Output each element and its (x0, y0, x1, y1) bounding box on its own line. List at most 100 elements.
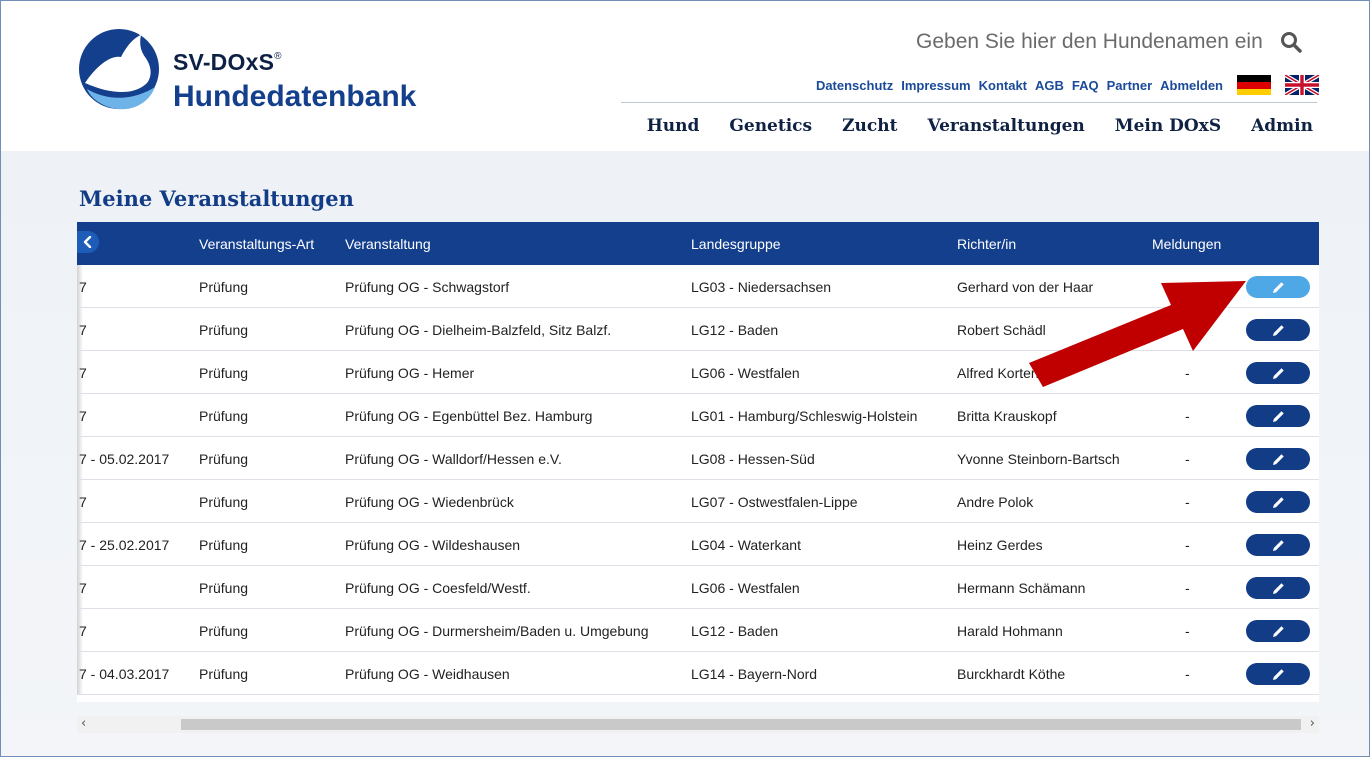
link-agb[interactable]: AGB (1035, 78, 1064, 93)
edit-button[interactable] (1246, 448, 1310, 470)
scroll-left-button[interactable] (77, 231, 99, 253)
header-veranstaltungs-art[interactable]: Veranstaltungs-Art (199, 236, 314, 252)
header-landesgruppe[interactable]: Landesgruppe (691, 236, 781, 252)
nav-hund[interactable]: Hund (647, 116, 700, 136)
link-partner[interactable]: Partner (1107, 78, 1153, 93)
edit-button[interactable] (1246, 405, 1310, 427)
link-faq[interactable]: FAQ (1072, 78, 1099, 93)
cell-meldungen: - (1185, 494, 1190, 510)
cell-veranstaltung: Prüfung OG - Weidhausen (345, 666, 510, 682)
search-input[interactable] (916, 30, 1271, 54)
cell-datum: 7 - 05.02.2017 (79, 451, 170, 467)
edit-button[interactable] (1246, 491, 1310, 513)
table-header: Veranstaltungs-Art Veranstaltung Landesg… (77, 222, 1319, 265)
header-meldungen[interactable]: Meldungen (1152, 236, 1221, 252)
header-veranstaltung[interactable]: Veranstaltung (345, 236, 431, 252)
cell-datum: 7 (79, 408, 87, 424)
table-row: 7 - 05.02.2017 Prüfung Prüfung OG - Walldo… (77, 437, 1319, 480)
edit-button[interactable] (1246, 663, 1310, 685)
link-datenschutz[interactable]: Datenschutz (816, 78, 893, 93)
scrollbar-thumb[interactable] (181, 719, 1301, 730)
cell-richter: Yvonne Steinborn-Bartsch (957, 451, 1120, 467)
cell-art: Prüfung (199, 494, 249, 510)
pencil-icon (1272, 281, 1284, 293)
cell-meldungen: - (1185, 408, 1190, 424)
search-icon[interactable] (1279, 30, 1303, 54)
cell-landesgruppe: LG12 - Baden (691, 623, 779, 639)
cell-landesgruppe: LG06 - Westfalen (691, 365, 800, 381)
pencil-icon (1272, 453, 1284, 465)
cell-datum: 7 - 25.02.2017 (79, 537, 170, 553)
cell-datum: 7 - 04.03.2017 (79, 666, 170, 682)
link-impressum[interactable]: Impressum (901, 78, 970, 93)
cell-art: Prüfung (199, 365, 249, 381)
cell-veranstaltung: Prüfung OG - Durmersheim/Baden u. Umgebu… (345, 623, 649, 639)
cell-datum: 7 (79, 623, 87, 639)
edit-button[interactable] (1246, 534, 1310, 556)
nav-mein-doxs[interactable]: Mein DOxS (1115, 116, 1221, 136)
cell-art: Prüfung (199, 451, 249, 467)
cell-datum: 7 (79, 365, 87, 381)
edit-button[interactable] (1246, 276, 1310, 298)
edit-button[interactable] (1246, 319, 1310, 341)
table-row: 7 - 25.02.2017 Prüfung Prüfung OG - Wildes… (77, 523, 1319, 566)
scroll-left-arrow-icon[interactable]: ‹ (81, 716, 86, 731)
cell-landesgruppe: LG12 - Baden (691, 322, 779, 338)
cell-veranstaltung: Prüfung OG - Schwagstorf (345, 279, 510, 295)
cell-veranstaltung: Prüfung OG - Coesfeld/Westf. (345, 580, 531, 596)
cell-richter: Andre Polok (957, 494, 1034, 510)
header-richter[interactable]: Richter/in (957, 236, 1016, 252)
table-row: 7 Prüfung Prüfung OG - Wiedenbrück LG07 - O… (77, 480, 1319, 523)
cell-landesgruppe: LG08 - Hessen-Süd (691, 451, 815, 467)
annotation-arrow-icon (1029, 281, 1246, 387)
cell-veranstaltung: Prüfung OG - Walldorf/Hessen e.V. (345, 451, 562, 467)
horizontal-scrollbar[interactable]: ‹ › (77, 716, 1319, 733)
cell-art: Prüfung (199, 580, 249, 596)
cell-datum: 7 (79, 580, 87, 596)
cell-landesgruppe: LG03 - Niedersachsen (691, 279, 832, 295)
german-flag-icon[interactable] (1237, 75, 1271, 95)
cell-art: Prüfung (199, 666, 249, 682)
nav-veranstaltungen[interactable]: Veranstaltungen (927, 116, 1084, 136)
pencil-icon (1272, 539, 1284, 551)
pencil-icon (1272, 668, 1284, 680)
edit-button[interactable] (1246, 577, 1310, 599)
logo-dog-mark-icon (79, 29, 159, 110)
uk-flag-icon[interactable] (1285, 75, 1319, 95)
cell-veranstaltung: Prüfung OG - Hemer (345, 365, 475, 381)
pencil-icon (1272, 496, 1284, 508)
cell-landesgruppe: LG07 - Ostwestfalen-Lippe (691, 494, 858, 510)
brand-subtitle: Hundedatenbank (173, 80, 417, 113)
table-row: 7 Prüfung Prüfung OG - Durmersheim/Baden u… (77, 609, 1319, 652)
cell-richter: Hermann Schämann (957, 580, 1086, 596)
top-links: Datenschutz Impressum Kontakt AGB FAQ Pa… (816, 75, 1319, 95)
scroll-right-arrow-icon[interactable]: › (1310, 716, 1315, 731)
pencil-icon (1272, 410, 1284, 422)
cell-art: Prüfung (199, 623, 249, 639)
link-kontakt[interactable]: Kontakt (979, 78, 1027, 93)
page-title: Meine Veranstaltungen (79, 186, 354, 211)
cell-datum: 7 (79, 494, 87, 510)
cell-landesgruppe: LG14 - Bayern-Nord (691, 666, 818, 682)
pencil-icon (1272, 582, 1284, 594)
edit-button[interactable] (1246, 620, 1310, 642)
browser-frame: SV-DOxS® Hundedatenbank Datenschutz Impr… (0, 0, 1370, 757)
cell-meldungen: - (1185, 537, 1190, 553)
pencil-icon (1272, 324, 1284, 336)
cell-landesgruppe: LG04 - Waterkant (691, 537, 801, 553)
edit-button[interactable] (1246, 362, 1310, 384)
cell-richter: Harald Hohmann (957, 623, 1063, 639)
table-row: 7 - 04.03.2017 Prüfung Prüfung OG - Weidha… (77, 652, 1319, 695)
nav-genetics[interactable]: Genetics (729, 116, 812, 136)
cell-richter: Britta Krauskopf (957, 408, 1057, 424)
cell-meldungen: - (1185, 666, 1190, 682)
nav-admin[interactable]: Admin (1251, 116, 1313, 136)
cell-richter: Heinz Gerdes (957, 537, 1043, 553)
cell-datum: 7 (79, 279, 87, 295)
logo[interactable]: SV-DOxS® Hundedatenbank (77, 27, 417, 117)
brand-name: SV-DOxS® (173, 49, 282, 75)
cell-meldungen: - (1185, 580, 1190, 596)
link-abmelden[interactable]: Abmelden (1160, 78, 1223, 93)
cell-art: Prüfung (199, 537, 249, 553)
nav-zucht[interactable]: Zucht (842, 116, 897, 136)
